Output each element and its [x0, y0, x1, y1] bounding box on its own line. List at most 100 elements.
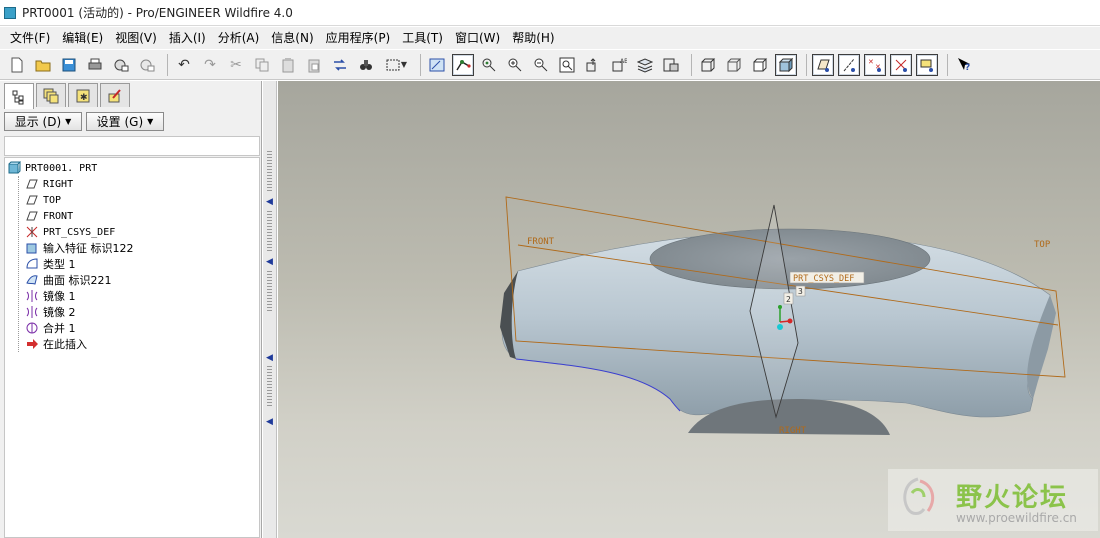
refit-icon[interactable]: [556, 54, 578, 76]
menu-view[interactable]: 视图(V): [109, 27, 163, 49]
regenerate-icon[interactable]: [329, 54, 351, 76]
axis-label-2: 2: [786, 295, 791, 304]
email-icon[interactable]: [110, 54, 132, 76]
tree-item[interactable]: 镜像 2: [25, 304, 76, 320]
csys-icon[interactable]: [890, 53, 912, 76]
copy-icon[interactable]: [251, 54, 273, 76]
merge-icon: [25, 321, 39, 335]
style-feature-icon: [25, 257, 39, 271]
splitter-grip: [267, 211, 272, 251]
import-feature-icon: [25, 241, 39, 255]
datum-label-front: FRONT: [527, 237, 555, 247]
tree-item[interactable]: 镜像 1: [25, 288, 76, 304]
tree-item[interactable]: RIGHT: [25, 176, 73, 192]
collapse-arrow-icon[interactable]: ◀: [266, 417, 273, 427]
tree-item[interactable]: 合并 1: [25, 320, 76, 336]
orient-mode-icon[interactable]: [478, 54, 500, 76]
layers-icon[interactable]: [634, 54, 656, 76]
window-titlebar: PRT0001 (活动的) - Pro/ENGINEER Wildfire 4.…: [0, 0, 1100, 26]
datum-label-top: TOP: [1034, 240, 1051, 250]
tree-item[interactable]: 曲面 标识221: [25, 272, 112, 288]
tools-tab[interactable]: [100, 83, 130, 107]
tree-item[interactable]: PRT_CSYS_DEF: [25, 224, 115, 240]
reorient-icon[interactable]: [582, 54, 604, 76]
zoom-in-icon[interactable]: [504, 54, 526, 76]
mirror-icon: [25, 289, 39, 303]
find-icon[interactable]: [355, 54, 377, 76]
cut-icon[interactable]: ✂: [225, 54, 247, 76]
show-dropdown[interactable]: 显示 (D) ▼: [4, 112, 82, 131]
paste-icon[interactable]: [277, 54, 299, 76]
menu-file[interactable]: 文件(F): [4, 27, 56, 49]
datum-plane-icon: [25, 209, 39, 223]
undo-icon[interactable]: ↶: [173, 54, 195, 76]
view-manager-icon[interactable]: [660, 54, 682, 76]
svg-text:✱: ✱: [80, 93, 88, 103]
graphics-window[interactable]: FRONT TOP RIGHT PRT_CSYS_DEF 2 3 野火论坛 ww…: [278, 81, 1100, 538]
saved-views-icon[interactable]: AB: [608, 54, 630, 76]
repaint-icon[interactable]: [426, 54, 448, 76]
toolbar-separator: [420, 53, 421, 76]
save-icon[interactable]: [58, 54, 80, 76]
main-toolbar: ↶ ↷ ✂ ▼ AB ✕ ✕ ?: [0, 50, 1100, 80]
surface-icon: [25, 273, 39, 287]
svg-text:?: ?: [965, 63, 970, 73]
tree-root-label: PRT0001. PRT: [25, 162, 98, 174]
collapse-arrow-icon[interactable]: ◀: [266, 197, 273, 207]
menu-insert[interactable]: 插入(I): [163, 27, 212, 49]
layers-tab[interactable]: [36, 83, 66, 107]
watermark-title: 野火论坛: [956, 483, 1069, 513]
navigator-panel: ✱ 显示 (D) ▼ 设置 (G) ▼ PRT0001. PRT RIGHT TOP F…: [0, 81, 262, 538]
csys-label: PRT_CSYS_DEF: [793, 274, 854, 284]
collapse-arrow-icon[interactable]: ◀: [266, 353, 273, 363]
show-dropdown-label: 显示 (D): [14, 115, 62, 129]
window-title: PRT0001 (活动的) - Pro/ENGINEER Wildfire 4.…: [22, 6, 293, 20]
annotations-icon[interactable]: [916, 53, 938, 76]
menu-bar: 文件(F) 编辑(E) 视图(V) 插入(I) 分析(A) 信息(N) 应用程序…: [0, 27, 1100, 49]
menu-applications[interactable]: 应用程序(P): [320, 27, 397, 49]
no-hidden-icon[interactable]: [749, 54, 771, 76]
tree-item-label: TOP: [43, 194, 62, 206]
tree-item[interactable]: 类型 1: [25, 256, 76, 272]
collapse-arrow-icon[interactable]: ◀: [266, 257, 273, 267]
paste-special-icon[interactable]: [303, 54, 325, 76]
zoom-out-icon[interactable]: [530, 54, 552, 76]
tree-item[interactable]: FRONT: [25, 208, 73, 224]
email-link-icon[interactable]: [136, 54, 158, 76]
app-icon: [4, 6, 16, 19]
datum-points-icon[interactable]: ✕ ✕: [864, 53, 886, 76]
hidden-line-icon[interactable]: [723, 54, 745, 76]
print-icon[interactable]: [84, 54, 106, 76]
whats-this-icon[interactable]: ?: [953, 54, 975, 76]
datum-plane-icon: [25, 193, 39, 207]
toolbar-separator: [167, 53, 168, 76]
tree-item[interactable]: 在此插入: [25, 336, 87, 352]
select-box-icon[interactable]: ▼: [381, 54, 411, 76]
watermark-url: www.proewildfire.cn: [956, 511, 1077, 525]
menu-help[interactable]: 帮助(H): [506, 27, 560, 49]
redo-icon[interactable]: ↷: [199, 54, 221, 76]
menu-analysis[interactable]: 分析(A): [212, 27, 266, 49]
wireframe-icon[interactable]: [697, 54, 719, 76]
tree-options-bar: 显示 (D) ▼ 设置 (G) ▼: [4, 112, 260, 132]
tree-item[interactable]: TOP: [25, 192, 61, 208]
tree-filter-bar[interactable]: [4, 136, 260, 156]
spin-center-icon[interactable]: [452, 53, 474, 76]
menu-tools[interactable]: 工具(T): [396, 27, 449, 49]
menu-info[interactable]: 信息(N): [265, 27, 319, 49]
shading-icon[interactable]: [775, 53, 797, 76]
menu-window[interactable]: 窗口(W): [449, 27, 506, 49]
toolbar-separator: [691, 53, 692, 76]
datum-planes-icon[interactable]: [812, 53, 834, 76]
tree-item[interactable]: 输入特征 标识122: [25, 240, 134, 256]
tree-root[interactable]: PRT0001. PRT: [7, 160, 97, 176]
model-tree-tab[interactable]: [4, 83, 34, 109]
open-icon[interactable]: [32, 54, 54, 76]
settings-dropdown[interactable]: 设置 (G) ▼: [86, 112, 164, 131]
datum-axes-icon[interactable]: [838, 53, 860, 76]
tree-item-label: RIGHT: [43, 178, 74, 190]
menu-edit[interactable]: 编辑(E): [56, 27, 109, 49]
new-icon[interactable]: [6, 54, 28, 76]
panel-splitter[interactable]: ◀ ◀ ◀ ◀: [263, 81, 277, 538]
favorites-tab[interactable]: ✱: [68, 83, 98, 107]
